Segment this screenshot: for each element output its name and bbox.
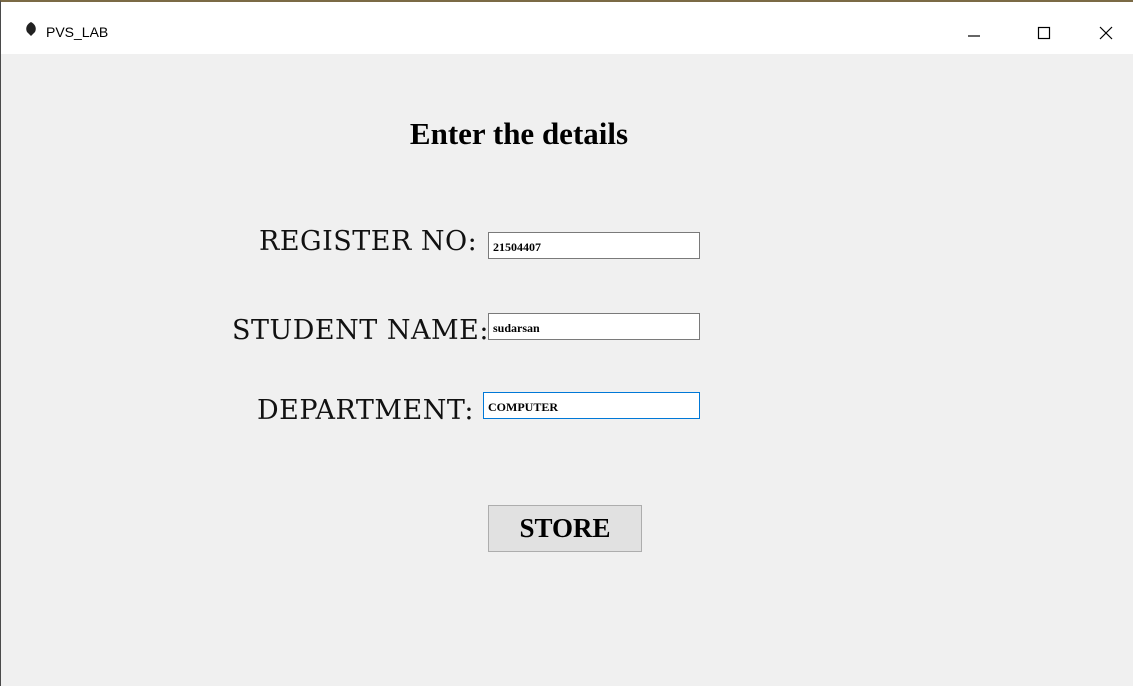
minimize-icon (968, 35, 980, 37)
title-bar[interactable]: PVS_LAB (1, 2, 1133, 54)
minimize-button[interactable] (951, 16, 997, 50)
maximize-icon (1037, 26, 1051, 40)
store-button[interactable]: STORE (488, 505, 642, 552)
close-icon (1099, 26, 1113, 40)
student-name-input[interactable] (488, 313, 700, 340)
feather-app-icon (26, 22, 36, 36)
department-input[interactable] (483, 392, 700, 419)
department-label: DEPARTMENT: (257, 395, 475, 426)
form-area: Enter the details REGISTER NO: STUDENT N… (1, 54, 1133, 686)
close-button[interactable] (1083, 16, 1129, 50)
window-title: PVS_LAB (46, 24, 109, 40)
register-no-label: REGISTER NO: (259, 226, 478, 257)
app-window: PVS_LAB Enter the details REGISTER NO: S… (0, 0, 1133, 686)
student-name-label: STUDENT NAME: (232, 315, 489, 346)
maximize-button[interactable] (1021, 16, 1067, 50)
register-no-input[interactable] (488, 232, 700, 259)
form-heading: Enter the details (409, 116, 629, 151)
